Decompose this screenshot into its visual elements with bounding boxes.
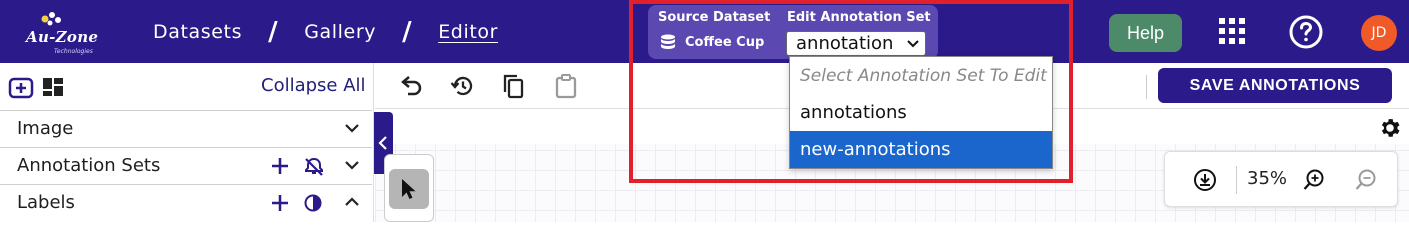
breadcrumb-datasets[interactable]: Datasets [153,21,242,43]
zoom-out-icon[interactable] [1354,168,1378,192]
left-panel-toolbar: Collapse All [0,63,374,109]
cursor-arrow-icon [402,179,416,199]
dropdown-placeholder-option: Select Annotation Set To Edit [800,65,1047,86]
database-icon [661,34,675,49]
annotation-set-dropdown: Select Annotation Set To Edit annotation… [789,56,1053,169]
help-circle-icon[interactable] [1289,15,1323,49]
dropdown-option-new-annotations[interactable]: new-annotations [790,131,1052,168]
apps-grid-icon[interactable] [1218,17,1246,45]
undo-icon[interactable] [397,73,423,99]
logo-dots-icon [41,12,61,26]
breadcrumb-separator: / [402,17,413,47]
zoom-divider [1236,166,1237,194]
history-icon[interactable] [449,73,475,99]
source-dataset-label: Source Dataset [658,10,771,25]
breadcrumb: Datasets / Gallery / Editor [153,17,498,47]
annotation-set-select-value: annotation [796,33,894,54]
dropdown-option-annotations[interactable]: annotations [790,94,1052,131]
select-tool-button[interactable] [389,169,429,209]
section-labels-title: Labels [17,192,75,213]
left-panel: Collapse All Image Annotation Sets Label… [0,63,374,222]
collapse-all-button[interactable]: Collapse All [261,75,366,96]
section-annotation-sets[interactable]: Annotation Sets [0,147,372,184]
chevron-left-icon [378,136,387,150]
help-button[interactable]: Help [1109,14,1182,52]
add-box-icon[interactable] [8,77,34,99]
logo-brand-text: Au-Zone [26,28,99,46]
source-dataset-name: Coffee Cup [685,34,765,50]
copy-icon[interactable] [501,73,527,99]
tool-palette [384,154,434,222]
section-labels[interactable]: Labels [0,184,372,221]
logo-tagline: Technologies [54,48,93,55]
chevron-down-icon[interactable] [344,120,360,136]
plus-icon[interactable] [271,157,289,175]
save-annotations-button[interactable]: SAVE ANNOTATIONS [1158,68,1392,103]
plus-icon[interactable] [271,194,289,212]
chevron-down-icon[interactable] [344,157,360,173]
toolbar-divider [1146,75,1147,99]
gear-icon[interactable] [1378,116,1402,140]
section-image-title: Image [17,118,74,139]
dashboard-layout-icon[interactable] [42,77,64,97]
au-zone-logo[interactable]: Au-Zone Technologies [22,8,102,56]
chevron-down-icon [907,40,919,48]
chevron-up-icon[interactable] [344,194,360,210]
source-dataset-value: Coffee Cup [659,34,764,50]
zoom-in-icon[interactable] [1302,168,1326,192]
breadcrumb-gallery[interactable]: Gallery [304,21,376,43]
breadcrumb-editor[interactable]: Editor [438,21,498,43]
download-circle-icon[interactable] [1193,168,1217,192]
section-image[interactable]: Image [0,110,372,147]
section-annotation-sets-title: Annotation Sets [17,155,161,176]
breadcrumb-separator: / [268,17,279,47]
zoom-controls: 35% [1164,151,1398,207]
user-avatar[interactable]: JD [1361,15,1397,51]
zoom-level: 35% [1247,168,1288,189]
top-header: Au-Zone Technologies Datasets / Gallery … [0,0,1409,63]
contrast-icon[interactable] [304,194,322,212]
visibility-off-icon[interactable] [304,157,324,177]
annotation-set-select[interactable]: annotation [786,31,926,56]
paste-icon[interactable] [553,73,579,99]
edit-annotation-set-label: Edit Annotation Set [787,10,931,25]
annotation-set-panel: Source Dataset Edit Annotation Set Coffe… [648,5,938,59]
